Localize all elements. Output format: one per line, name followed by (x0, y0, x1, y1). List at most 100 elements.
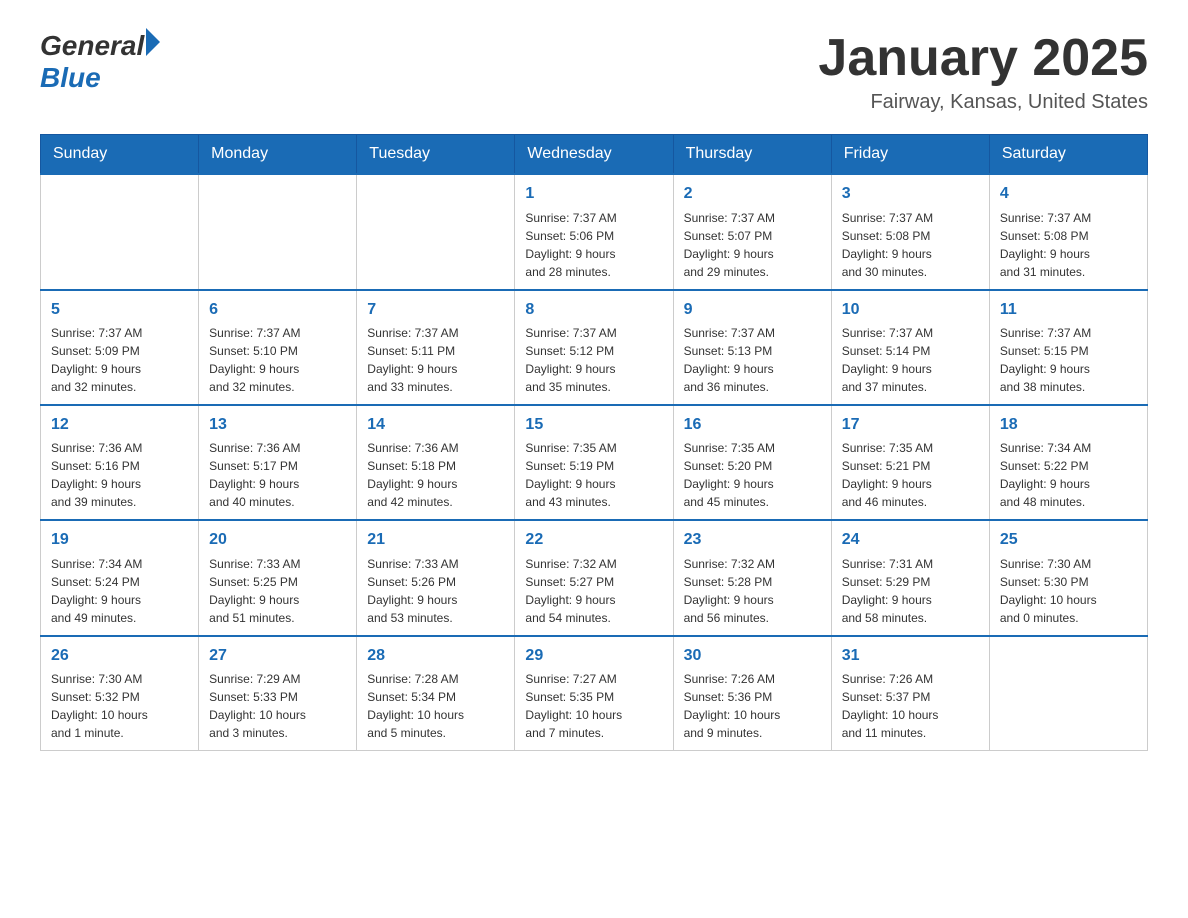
calendar-day-cell (989, 636, 1147, 751)
day-number: 23 (684, 529, 821, 551)
logo-general-text: General (40, 30, 144, 62)
calendar-day-cell: 9 Sunrise: 7:37 AMSunset: 5:13 PMDaylight… (673, 290, 831, 405)
day-info: Sunrise: 7:35 AMSunset: 5:21 PMDaylight:… (842, 439, 979, 511)
day-number: 5 (51, 299, 188, 321)
calendar-week-row: 19Sunrise: 7:34 AMSunset: 5:24 PMDayligh… (41, 520, 1148, 635)
day-info: Sunrise: 7:30 AMSunset: 5:30 PMDaylight:… (1000, 555, 1137, 627)
day-info: Sunrise: 7:36 AMSunset: 5:16 PMDaylight:… (51, 439, 188, 511)
calendar-table: SundayMondayTuesdayWednesdayThursdayFrid… (40, 134, 1148, 751)
day-number: 1 (525, 183, 662, 205)
calendar-week-row: 12 Sunrise: 7:36 AMSunset: 5:16 PMDayligh… (41, 405, 1148, 520)
day-number: 24 (842, 529, 979, 551)
calendar-day-cell: 26 Sunrise: 7:30 AMSunset: 5:32 PMDayligh… (41, 636, 199, 751)
day-number: 20 (209, 529, 346, 551)
day-number: 2 (684, 183, 821, 205)
calendar-day-cell: 22 Sunrise: 7:32 AMSunset: 5:27 PMDayligh… (515, 520, 673, 635)
logo-arrow-icon (146, 28, 160, 56)
calendar-week-row: 5 Sunrise: 7:37 AMSunset: 5:09 PMDaylight… (41, 290, 1148, 405)
day-number: 25 (1000, 529, 1137, 551)
calendar-day-header: Monday (199, 135, 357, 175)
calendar-day-cell: 17 Sunrise: 7:35 AMSunset: 5:21 PMDayligh… (831, 405, 989, 520)
day-number: 12 (51, 414, 188, 436)
calendar-day-cell: 2Sunrise: 7:37 AMSunset: 5:07 PMDaylight… (673, 174, 831, 289)
day-number: 21 (367, 529, 504, 551)
day-info: Sunrise: 7:35 AMSunset: 5:20 PMDaylight:… (684, 439, 821, 511)
calendar-day-cell: 3Sunrise: 7:37 AMSunset: 5:08 PMDaylight… (831, 174, 989, 289)
day-info: Sunrise: 7:30 AMSunset: 5:32 PMDaylight:… (51, 670, 188, 742)
calendar-day-cell: 18 Sunrise: 7:34 AMSunset: 5:22 PMDayligh… (989, 405, 1147, 520)
day-number: 22 (525, 529, 662, 551)
day-number: 17 (842, 414, 979, 436)
calendar-week-row: 1 Sunrise: 7:37 AMSunset: 5:06 PMDaylight… (41, 174, 1148, 289)
calendar-day-cell: 16 Sunrise: 7:35 AMSunset: 5:20 PMDayligh… (673, 405, 831, 520)
day-number: 28 (367, 645, 504, 667)
day-info: Sunrise: 7:29 AMSunset: 5:33 PMDaylight:… (209, 670, 346, 742)
calendar-day-header: Sunday (41, 135, 199, 175)
title-section: January 2025 Fairway, Kansas, United Sta… (818, 30, 1148, 114)
day-number: 31 (842, 645, 979, 667)
calendar-day-cell: 20 Sunrise: 7:33 AMSunset: 5:25 PMDayligh… (199, 520, 357, 635)
day-number: 19 (51, 529, 188, 551)
calendar-day-cell: 31Sunrise: 7:26 AMSunset: 5:37 PMDayligh… (831, 636, 989, 751)
day-number: 8 (525, 299, 662, 321)
day-info: Sunrise: 7:37 AMSunset: 5:13 PMDaylight:… (684, 324, 821, 396)
day-number: 18 (1000, 414, 1137, 436)
day-info: Sunrise: 7:37 AMSunset: 5:08 PMDaylight:… (842, 209, 979, 281)
calendar-day-cell: 23Sunrise: 7:32 AMSunset: 5:28 PMDayligh… (673, 520, 831, 635)
page-header: General Blue January 2025 Fairway, Kansa… (40, 30, 1148, 114)
logo: General Blue (40, 30, 160, 94)
calendar-day-cell: 28Sunrise: 7:28 AMSunset: 5:34 PMDayligh… (357, 636, 515, 751)
calendar-day-cell: 30 Sunrise: 7:26 AMSunset: 5:36 PMDayligh… (673, 636, 831, 751)
calendar-day-cell: 12 Sunrise: 7:36 AMSunset: 5:16 PMDayligh… (41, 405, 199, 520)
day-info: Sunrise: 7:35 AMSunset: 5:19 PMDaylight:… (525, 439, 662, 511)
calendar-day-cell (199, 174, 357, 289)
day-info: Sunrise: 7:34 AMSunset: 5:22 PMDaylight:… (1000, 439, 1137, 511)
calendar-day-cell: 29 Sunrise: 7:27 AMSunset: 5:35 PMDayligh… (515, 636, 673, 751)
day-info: Sunrise: 7:37 AMSunset: 5:11 PMDaylight:… (367, 324, 504, 396)
calendar-day-header: Thursday (673, 135, 831, 175)
day-number: 26 (51, 645, 188, 667)
day-info: Sunrise: 7:37 AMSunset: 5:08 PMDaylight:… (1000, 209, 1137, 281)
day-number: 15 (525, 414, 662, 436)
calendar-day-header: Saturday (989, 135, 1147, 175)
day-info: Sunrise: 7:26 AMSunset: 5:36 PMDaylight:… (684, 670, 821, 742)
day-info: Sunrise: 7:32 AMSunset: 5:27 PMDaylight:… (525, 555, 662, 627)
day-info: Sunrise: 7:31 AMSunset: 5:29 PMDaylight:… (842, 555, 979, 627)
day-number: 30 (684, 645, 821, 667)
calendar-day-cell: 4 Sunrise: 7:37 AMSunset: 5:08 PMDaylight… (989, 174, 1147, 289)
calendar-day-cell: 7 Sunrise: 7:37 AMSunset: 5:11 PMDaylight… (357, 290, 515, 405)
day-number: 4 (1000, 183, 1137, 205)
day-info: Sunrise: 7:27 AMSunset: 5:35 PMDaylight:… (525, 670, 662, 742)
logo-blue-text: Blue (40, 62, 101, 94)
day-info: Sunrise: 7:36 AMSunset: 5:17 PMDaylight:… (209, 439, 346, 511)
calendar-day-cell: 27Sunrise: 7:29 AMSunset: 5:33 PMDayligh… (199, 636, 357, 751)
calendar-day-cell: 5 Sunrise: 7:37 AMSunset: 5:09 PMDaylight… (41, 290, 199, 405)
calendar-day-cell: 24 Sunrise: 7:31 AMSunset: 5:29 PMDayligh… (831, 520, 989, 635)
calendar-day-cell: 6 Sunrise: 7:37 AMSunset: 5:10 PMDaylight… (199, 290, 357, 405)
day-number: 7 (367, 299, 504, 321)
calendar-day-cell: 19Sunrise: 7:34 AMSunset: 5:24 PMDayligh… (41, 520, 199, 635)
day-number: 16 (684, 414, 821, 436)
day-info: Sunrise: 7:37 AMSunset: 5:10 PMDaylight:… (209, 324, 346, 396)
calendar-day-cell (41, 174, 199, 289)
calendar-day-header: Tuesday (357, 135, 515, 175)
calendar-day-header: Friday (831, 135, 989, 175)
day-info: Sunrise: 7:36 AMSunset: 5:18 PMDaylight:… (367, 439, 504, 511)
day-info: Sunrise: 7:37 AMSunset: 5:09 PMDaylight:… (51, 324, 188, 396)
calendar-day-cell: 25 Sunrise: 7:30 AMSunset: 5:30 PMDayligh… (989, 520, 1147, 635)
calendar-week-row: 26 Sunrise: 7:30 AMSunset: 5:32 PMDayligh… (41, 636, 1148, 751)
day-number: 29 (525, 645, 662, 667)
calendar-day-header: Wednesday (515, 135, 673, 175)
day-number: 9 (684, 299, 821, 321)
day-number: 11 (1000, 299, 1137, 321)
day-info: Sunrise: 7:33 AMSunset: 5:25 PMDaylight:… (209, 555, 346, 627)
day-info: Sunrise: 7:37 AMSunset: 5:06 PMDaylight:… (525, 209, 662, 281)
calendar-day-cell: 15 Sunrise: 7:35 AMSunset: 5:19 PMDayligh… (515, 405, 673, 520)
location-text: Fairway, Kansas, United States (818, 91, 1148, 114)
day-number: 10 (842, 299, 979, 321)
day-number: 14 (367, 414, 504, 436)
day-info: Sunrise: 7:37 AMSunset: 5:14 PMDaylight:… (842, 324, 979, 396)
calendar-day-cell: 21Sunrise: 7:33 AMSunset: 5:26 PMDayligh… (357, 520, 515, 635)
day-number: 6 (209, 299, 346, 321)
calendar-day-cell: 14 Sunrise: 7:36 AMSunset: 5:18 PMDayligh… (357, 405, 515, 520)
